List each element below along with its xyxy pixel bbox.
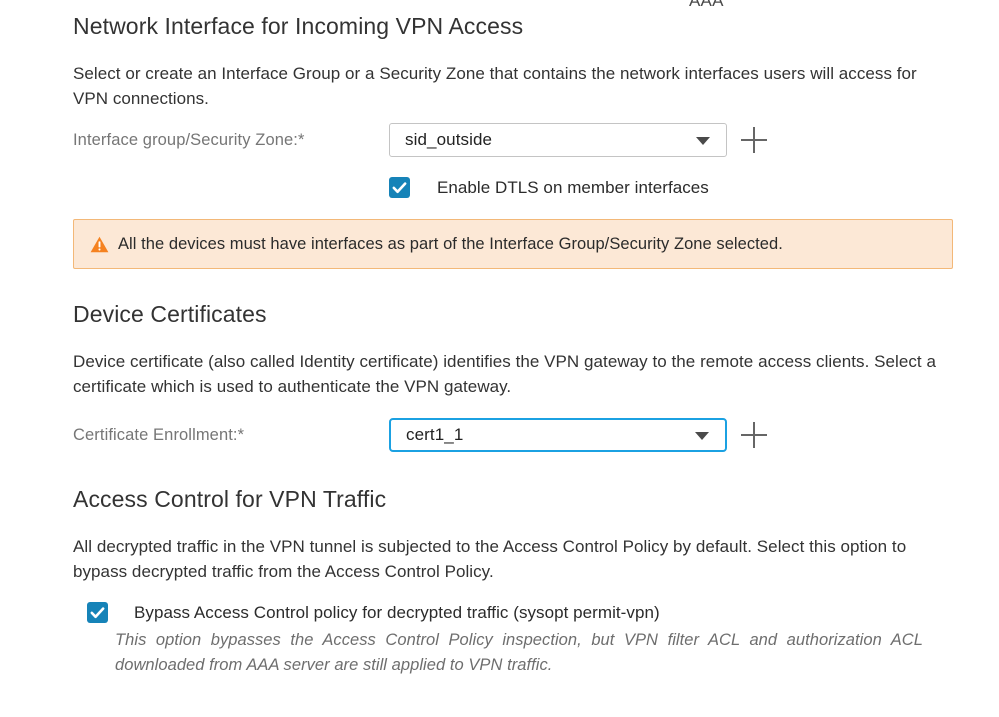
interface-group-label: Interface group/Security Zone:* (73, 130, 305, 149)
interface-group-row: Interface group/Security Zone:* sid_outs… (73, 123, 767, 157)
certificate-enrollment-label: Certificate Enrollment:* (73, 425, 245, 444)
certificate-enrollment-select[interactable]: cert1_1 (389, 418, 727, 452)
certificate-enrollment-row: Certificate Enrollment:* cert1_1 (73, 418, 767, 452)
access-control-heading: Access Control for VPN Traffic (73, 486, 387, 512)
bypass-access-control-checkbox-row[interactable]: Bypass Access Control policy for decrypt… (87, 602, 660, 623)
interface-group-selected-value: sid_outside (405, 130, 493, 149)
interface-group-warning-text: All the devices must have interfaces as … (118, 234, 783, 253)
warning-triangle-icon (90, 236, 109, 252)
certificate-enrollment-selected-value: cert1_1 (406, 425, 464, 444)
device-certificates-description: Device certificate (also called Identity… (73, 352, 936, 396)
vpn-settings-page: AAA Network Interface for Incoming VPN A… (0, 0, 999, 717)
bypass-access-control-hint: This option bypasses the Access Control … (115, 631, 923, 674)
chevron-down-icon (695, 432, 709, 440)
access-control-description: All decrypted traffic in the VPN tunnel … (73, 537, 907, 581)
enable-dtls-checkbox-row[interactable]: Enable DTLS on member interfaces (389, 177, 709, 198)
network-interface-heading: Network Interface for Incoming VPN Acces… (73, 13, 524, 39)
add-interface-group-plus-icon[interactable] (741, 127, 767, 153)
interface-group-select[interactable]: sid_outside (389, 123, 727, 157)
interface-group-warning-banner: All the devices must have interfaces as … (73, 219, 953, 269)
bypass-access-control-label: Bypass Access Control policy for decrypt… (134, 603, 660, 622)
network-interface-description: Select or create an Interface Group or a… (73, 64, 917, 108)
bypass-access-control-checkbox[interactable] (87, 602, 108, 623)
enable-dtls-checkbox[interactable] (389, 177, 410, 198)
chevron-down-icon (696, 137, 710, 145)
device-certificates-heading: Device Certificates (73, 301, 267, 327)
add-certificate-enrollment-plus-icon[interactable] (741, 422, 767, 448)
clipped-top-label: AAA (689, 0, 724, 10)
enable-dtls-label: Enable DTLS on member interfaces (437, 178, 709, 197)
